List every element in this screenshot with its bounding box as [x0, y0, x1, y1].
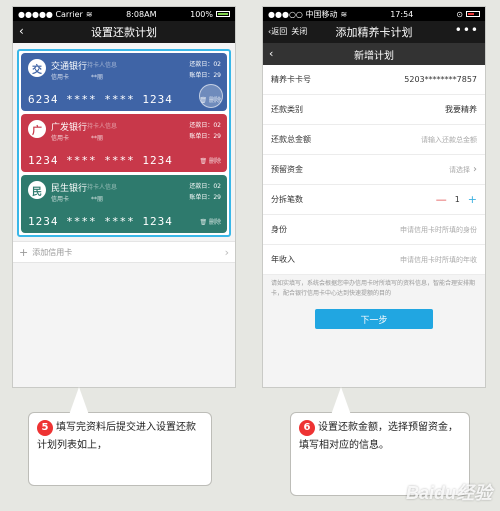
sub-nav-bar: ‹ 新增计划 — [263, 43, 485, 65]
split-count-stepper: — 1 + — [436, 193, 477, 206]
repay-type-row[interactable]: 还款类别 我要精养 — [263, 95, 485, 125]
bank-name: 交通银行 — [51, 62, 88, 72]
more-icon[interactable]: ••• — [455, 23, 479, 37]
card-type: 信用卡 — [51, 135, 70, 142]
add-card-label: 添加信用卡 — [32, 247, 73, 257]
chevron-right-icon: › — [473, 164, 477, 175]
carrier-label: ●●●●● Carrier — [18, 9, 83, 19]
trash-icon: 🗑 — [199, 97, 208, 104]
nav-bar: ‹返回 关闭 添加精养卡计划 ••• — [263, 21, 485, 43]
card-item-cgb[interactable]: 广 广发银行 持卡人信息 信用卡 **丽 还款日：02 账单日：29 1234 *… — [21, 114, 227, 172]
next-step-button[interactable]: 下一步 — [315, 309, 433, 329]
minus-icon[interactable]: — — [436, 193, 447, 206]
bocom-logo-icon: 交 — [28, 59, 46, 77]
split-count-row: 分拆笔数 — 1 + — [263, 185, 485, 215]
bank-name: 民生银行 — [51, 184, 88, 194]
chevron-right-icon: › — [224, 245, 229, 259]
caption-text: 设置还款金额，选择预留资金，填写相对应的信息。 — [299, 422, 458, 451]
card-item-cmbc[interactable]: 民 民生银行 持卡人信息 信用卡 **丽 还款日：02 账单日：29 1234 *… — [21, 175, 227, 233]
card-number-row: 精养卡卡号 5203********7857 — [263, 65, 485, 95]
step-number-badge: 5 — [37, 420, 53, 436]
wifi-icon: ≋ — [340, 9, 348, 19]
bank-name: 广发银行 — [51, 123, 88, 133]
annual-income-input[interactable]: 申请信用卡时所填的年收 — [400, 255, 477, 265]
card-type: 信用卡 — [51, 74, 70, 81]
caption-text: 填写完资料后提交进入设置还款计划列表如上， — [37, 422, 196, 451]
card-number: 1234 **** **** 1234 — [28, 215, 173, 228]
plus-icon: + — [19, 245, 29, 259]
card-number: 6234 **** **** 1234 — [28, 93, 173, 106]
page-title: 添加精养卡计划 — [335, 26, 413, 39]
step-number-badge: 6 — [299, 420, 315, 436]
card-dates: 还款日：02 账单日：29 — [189, 61, 221, 79]
chevron-left-icon[interactable]: ‹ — [269, 47, 273, 60]
card-dates: 还款日：02 账单日：29 — [189, 183, 221, 201]
card-holder: **丽 — [91, 196, 104, 203]
baidu-watermark: Baidu经验 — [405, 483, 492, 503]
holder-info: 持卡人信息 — [87, 184, 118, 191]
back-button[interactable]: ‹返回 — [268, 26, 287, 37]
back-icon[interactable]: ‹ — [19, 24, 24, 38]
status-time: 17:54 — [390, 9, 414, 19]
caption-step-5: 5 填写完资料后提交进入设置还款计划列表如上， — [28, 387, 212, 486]
annual-income-row[interactable]: 年收入 申请信用卡时所填的年收 — [263, 245, 485, 275]
status-time: 8:08AM — [126, 9, 157, 19]
add-credit-card-button[interactable]: + 添加信用卡 › — [13, 241, 235, 263]
delete-button[interactable]: 🗑 删除 — [199, 217, 221, 226]
holder-info: 持卡人信息 — [87, 62, 118, 69]
delete-button[interactable]: 🗑 删除 — [199, 95, 221, 104]
status-bar: ●●●○○ 中国移动 ≋ 17:54 ⊙ — [263, 7, 485, 21]
card-number-value: 5203********7857 — [404, 75, 477, 84]
reserve-funds-select[interactable]: 请选择 › — [449, 164, 477, 175]
wifi-icon: ≋ — [85, 9, 93, 19]
split-count-value: 1 — [454, 195, 460, 204]
battery-icon — [215, 11, 230, 17]
battery-label: 100% — [190, 9, 213, 19]
plus-icon[interactable]: + — [468, 193, 477, 206]
card-holder: **丽 — [91, 135, 104, 142]
left-phone-screen: ●●●●● Carrier ≋ 8:08AM 100% ‹ 设置还款计划 交 交通… — [12, 6, 236, 388]
right-phone-screen: ●●●○○ 中国移动 ≋ 17:54 ⊙ ‹返回 关闭 添加精养卡计划 ••• ‹… — [262, 6, 486, 388]
total-amount-row[interactable]: 还款总金额 请输入还款总金额 — [263, 125, 485, 155]
repay-type-value: 我要精养 — [445, 105, 477, 114]
nav-bar: ‹ 设置还款计划 — [13, 21, 235, 43]
card-dates: 还款日：02 账单日：29 — [189, 122, 221, 140]
card-item-bocom[interactable]: 交 交通银行 持卡人信息 信用卡 **丽 还款日：02 账单日：29 6234 *… — [21, 53, 227, 111]
card-number: 1234 **** **** 1234 — [28, 154, 173, 167]
close-button[interactable]: 关闭 — [291, 26, 307, 37]
page-title: 设置还款计划 — [91, 26, 157, 39]
trash-icon: 🗑 — [199, 158, 208, 165]
card-list: 交 交通银行 持卡人信息 信用卡 **丽 还款日：02 账单日：29 6234 *… — [17, 49, 231, 237]
sub-title: 新增计划 — [354, 50, 394, 62]
total-amount-input[interactable]: 请输入还款总金额 — [421, 135, 477, 145]
identity-input[interactable]: 申请信用卡时所填的身份 — [400, 225, 477, 235]
cgb-logo-icon: 广 — [28, 120, 46, 138]
delete-button[interactable]: 🗑 删除 — [199, 156, 221, 165]
identity-row[interactable]: 身份 申请信用卡时所填的身份 — [263, 215, 485, 245]
card-type: 信用卡 — [51, 196, 70, 203]
alarm-icon: ⊙ — [456, 9, 463, 19]
carrier-label: ●●●○○ 中国移动 — [268, 9, 338, 19]
cmbc-logo-icon: 民 — [28, 181, 46, 199]
form-notice: 请如实填写，系统会根据您申办信用卡时所填写的资料信息，智能合理安排期卡，配合银行… — [263, 275, 485, 303]
reserve-funds-row[interactable]: 预留资金 请选择 › — [263, 155, 485, 185]
card-holder: **丽 — [91, 74, 104, 81]
battery-icon — [465, 11, 480, 17]
holder-info: 持卡人信息 — [87, 123, 118, 130]
trash-icon: 🗑 — [199, 219, 208, 226]
status-bar: ●●●●● Carrier ≋ 8:08AM 100% — [13, 7, 235, 21]
plan-form: 精养卡卡号 5203********7857 还款类别 我要精养 还款总金额 请… — [263, 65, 485, 275]
